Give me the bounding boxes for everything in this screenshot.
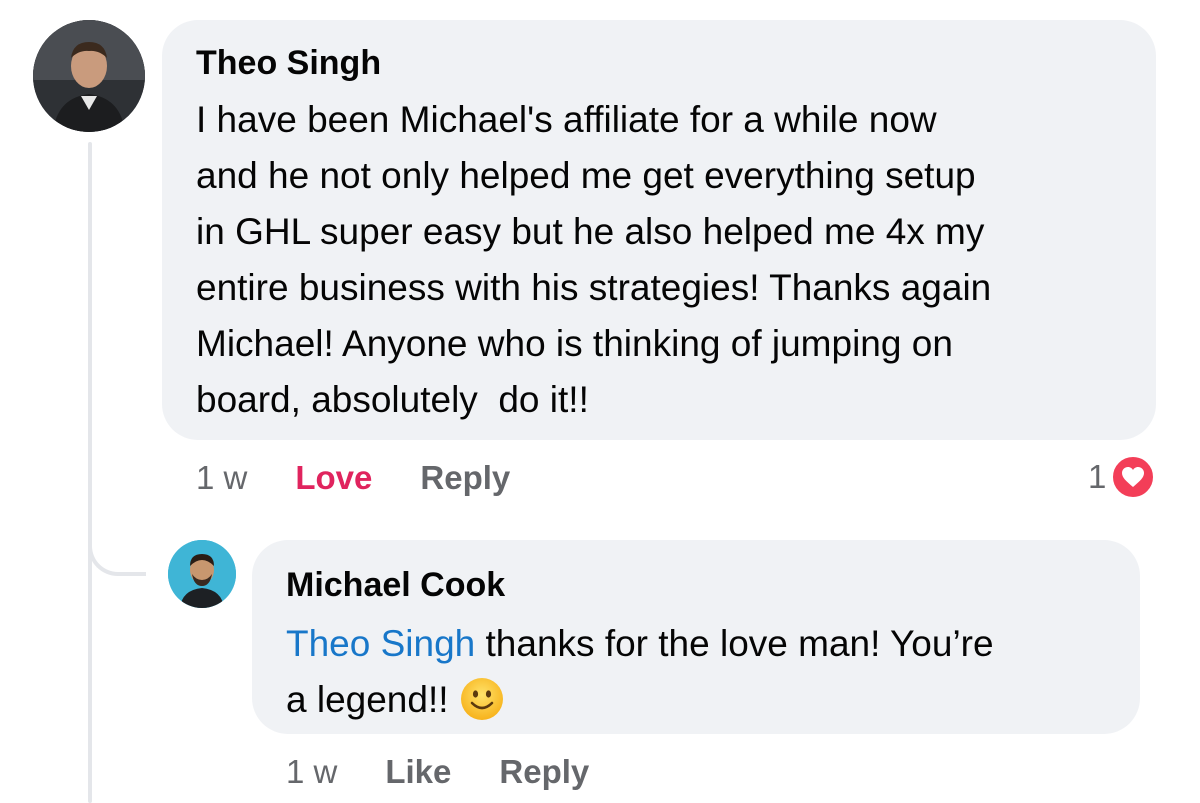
comment-actions: 1 w Love Reply [196,458,510,498]
reply-button[interactable]: Reply [420,458,510,498]
thread-connector-line [88,142,92,803]
reply-actions: 1 w Like Reply [286,752,589,792]
comment-thread: Theo Singh I have been Michael's affilia… [0,0,1200,803]
like-button[interactable]: Like [385,752,451,792]
mention-link[interactable]: Theo Singh [286,623,475,664]
thread-connector-curve [88,520,146,576]
reply-bubble: Michael Cook Theo Singh thanks for the l… [252,540,1140,734]
slightly-smiling-face-icon [460,678,503,720]
reaction-count: 1 [1088,458,1107,495]
comment-timestamp[interactable]: 1 w [196,458,247,498]
avatar[interactable] [33,20,145,132]
love-reaction-button[interactable]: Love [295,458,372,498]
reaction-summary[interactable]: 1 [1088,454,1157,500]
reply-button[interactable]: Reply [499,752,589,792]
profile-photo-icon [168,540,236,608]
reply-timestamp[interactable]: 1 w [286,752,337,792]
reply-avatar[interactable] [168,540,236,608]
profile-photo-icon [33,20,145,132]
heart-icon [1110,454,1157,500]
reply-text: Theo Singh thanks for the love man! You’… [286,616,1106,728]
comment-text: I have been Michael's affiliate for a wh… [196,99,992,420]
comment-bubble: Theo Singh I have been Michael's affilia… [162,20,1156,440]
reply-author-name[interactable]: Michael Cook [286,564,1106,606]
comment-author-name[interactable]: Theo Singh [196,42,1122,84]
